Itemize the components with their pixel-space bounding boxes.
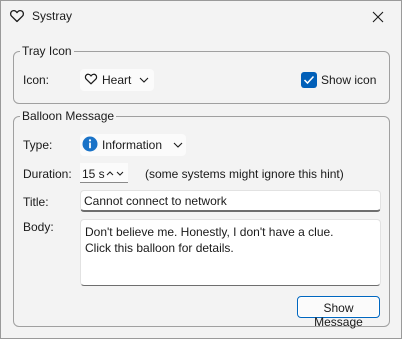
show-icon-label: Show icon [321,73,377,87]
close-button[interactable] [355,1,401,33]
title-bar: Systray [1,1,401,33]
type-label: Type: [23,138,53,152]
systray-window: Systray Tray Icon Icon: Heart Show icon … [0,0,402,339]
body-line: Don't believe me. Honestly, I don't have… [85,225,334,239]
chevron-down-icon[interactable] [116,171,124,176]
show-icon-checkbox[interactable] [301,72,317,88]
duration-hint: (some systems might ignore this hint) [145,167,344,181]
icon-dropdown[interactable]: Heart [80,69,154,91]
duration-value: 15 s [82,167,105,181]
tray-icon-group-title: Tray Icon [20,44,74,58]
heart-icon [9,8,25,24]
icon-label: Icon: [23,73,50,87]
chevron-down-icon [139,77,149,83]
balloon-message-group-title: Balloon Message [20,109,117,123]
title-input-value: Cannot connect to network [84,194,227,208]
body-line: Click this balloon for details. [85,241,234,255]
window-title: Systray [32,9,73,23]
duration-label: Duration: [23,167,72,181]
type-dropdown-value: Information [102,138,163,152]
icon-dropdown-value: Heart [102,73,132,87]
show-message-button[interactable]: Show Message [297,296,380,329]
title-input[interactable]: Cannot connect to network [80,190,381,212]
tray-icon-group: Tray Icon Icon: Heart Show icon [13,44,390,104]
balloon-message-group: Balloon Message Type: Information Durati… [13,109,390,329]
information-icon [82,136,98,152]
duration-spinbox[interactable]: 15 s [80,163,128,183]
close-icon [372,11,384,23]
show-message-button-label: Show Message [314,301,363,329]
checkmark-icon [303,75,315,85]
body-label: Body: [23,220,54,234]
body-textarea[interactable]: Don't believe me. Honestly, I don't have… [80,219,381,286]
type-dropdown[interactable]: Information [80,134,186,156]
title-label: Title: [23,195,49,209]
chevron-down-icon [173,142,183,148]
heart-icon [84,72,98,86]
chevron-up-icon[interactable] [106,171,114,176]
